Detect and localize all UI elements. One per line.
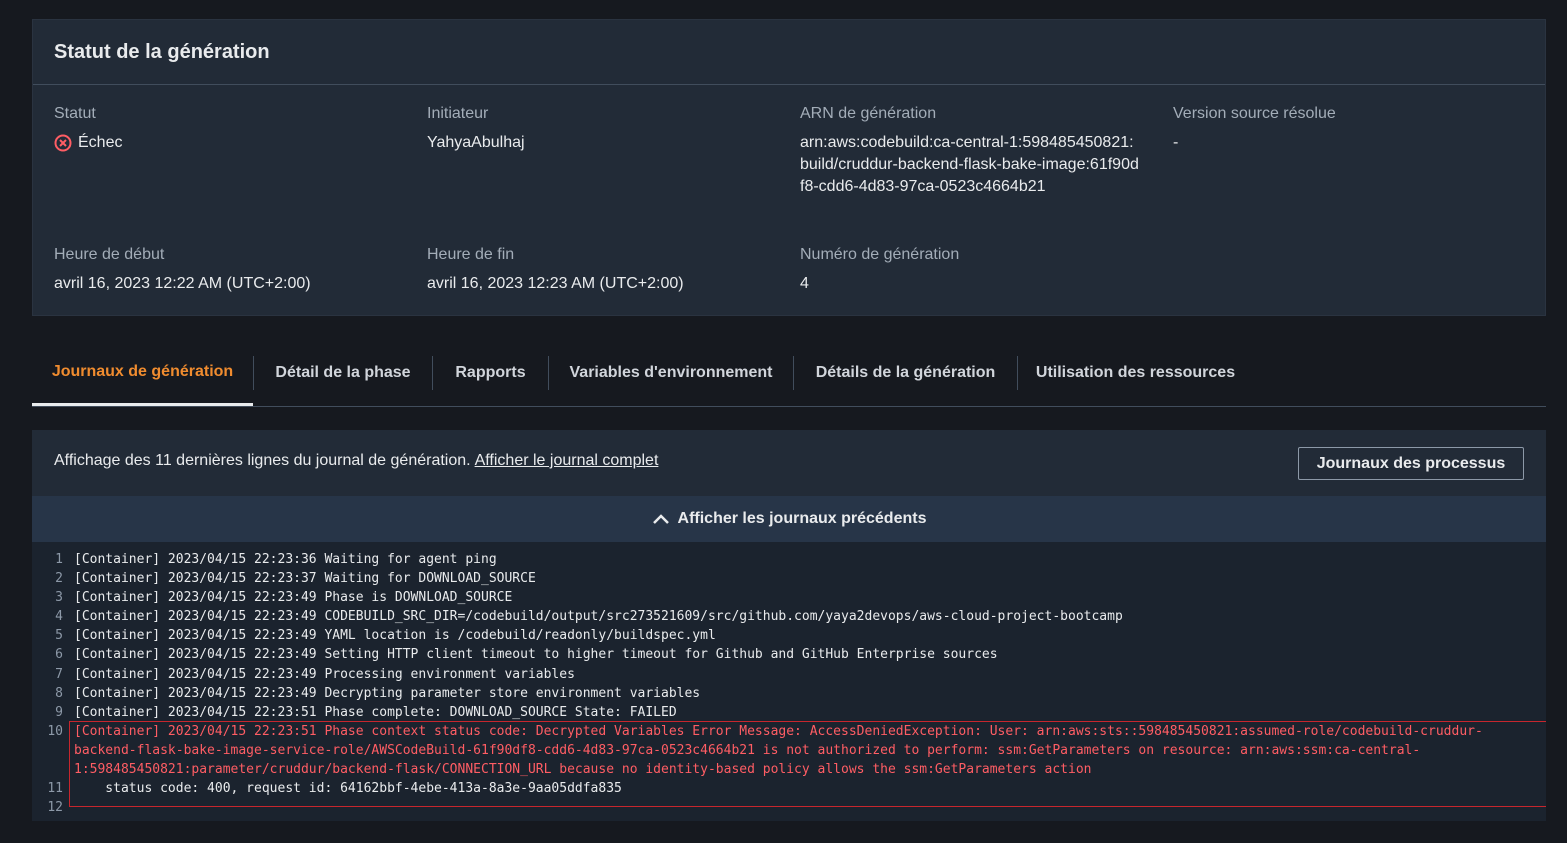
line-number: 2 <box>55 571 63 587</box>
line-number: 7 <box>55 666 63 682</box>
build-number-value: 4 <box>800 275 809 292</box>
build-arn-value: arn:aws:codebuild:ca-central-1:598485450… <box>800 134 1139 195</box>
log-line-text: [Container] 2023/04/15 22:23:51 Phase co… <box>74 704 677 720</box>
log-line: 4 [Container] 2023/04/15 22:23:49 CODEBUI… <box>32 607 1546 626</box>
log-output: 1 [Container] 2023/04/15 22:23:36 Waiting… <box>32 542 1546 821</box>
failed-x-circle-icon <box>54 134 72 152</box>
log-line-text: [Container] 2023/04/15 22:23:37 Waiting … <box>74 571 536 587</box>
tab-phase-details[interactable]: Détail de la phase <box>254 340 432 406</box>
log-line: 11 status code: 400, request id: 64162bb… <box>32 779 1546 798</box>
tab-resource-utilization[interactable]: Utilisation des ressources <box>1018 340 1253 406</box>
tab-reports[interactable]: Rapports <box>433 340 548 406</box>
log-line-text: [Container] 2023/04/15 22:23:49 CODEBUIL… <box>74 609 1123 625</box>
status-field: Statut Échec <box>54 104 394 154</box>
line-number: 11 <box>47 781 63 797</box>
initiator-value: YahyaAbulhaj <box>427 134 525 151</box>
log-line-text: [Container] 2023/04/15 22:23:51 Phase co… <box>74 723 1483 778</box>
status-label: Statut <box>54 105 96 122</box>
line-number: 3 <box>55 590 63 606</box>
status-value: Échec <box>54 132 394 154</box>
log-line: 8 [Container] 2023/04/15 22:23:49 Decrypt… <box>32 684 1546 703</box>
log-line: 5 [Container] 2023/04/15 22:23:49 YAML lo… <box>32 626 1546 645</box>
line-number: 1 <box>55 552 63 567</box>
tab-build-details[interactable]: Détails de la génération <box>794 340 1017 406</box>
panel-header: Statut de la génération <box>33 20 1545 85</box>
end-time-value: avril 16, 2023 12:23 AM (UTC+2:00) <box>427 275 684 292</box>
log-line: 2 [Container] 2023/04/15 22:23:37 Waiting… <box>32 569 1546 588</box>
log-line-text: [Container] 2023/04/15 22:23:49 Setting … <box>74 647 998 663</box>
build-logs-panel: Affichage des 11 dernières lignes du jou… <box>32 430 1546 821</box>
initiator-field: Initiateur YahyaAbulhaj <box>427 104 767 154</box>
chevron-up-icon <box>652 514 669 524</box>
log-line: 6 [Container] 2023/04/15 22:23:49 Setting… <box>32 645 1546 664</box>
start-time-label: Heure de début <box>54 246 165 263</box>
log-line-text: status code: 400, request id: 64162bbf-4… <box>74 781 622 797</box>
end-time-field: Heure de fin avril 16, 2023 12:23 AM (UT… <box>427 245 767 295</box>
status-text: Échec <box>78 134 123 151</box>
end-time-label: Heure de fin <box>427 246 515 263</box>
log-line-text: [Container] 2023/04/15 22:23:36 Waiting … <box>74 552 497 567</box>
tab-bar: Journaux de génération Détail de la phas… <box>32 340 1546 407</box>
line-number: 5 <box>55 628 63 644</box>
line-number: 6 <box>55 647 63 663</box>
log-line-text: [Container] 2023/04/15 22:23:49 Decrypti… <box>74 685 701 701</box>
initiator-label: Initiateur <box>427 105 489 122</box>
log-line: 1 [Container] 2023/04/15 22:23:36 Waiting… <box>32 550 1546 569</box>
show-previous-logs-label: Afficher les journaux précédents <box>677 510 927 527</box>
line-number: 12 <box>47 800 63 816</box>
panel-title: Statut de la génération <box>54 40 270 63</box>
build-number-label: Numéro de génération <box>800 246 960 263</box>
log-line: 7 [Container] 2023/04/15 22:23:49 Process… <box>32 665 1546 684</box>
start-time-field: Heure de début avril 16, 2023 12:22 AM (… <box>54 245 394 295</box>
logs-header: Affichage des 11 dernières lignes du jou… <box>32 430 1546 496</box>
build-number-field: Numéro de génération 4 <box>800 245 1140 295</box>
tab-environment-variables[interactable]: Variables d'environnement <box>549 340 793 406</box>
log-line: 12 <box>32 798 1546 817</box>
log-line-text: [Container] 2023/04/15 22:23:49 YAML loc… <box>74 628 716 644</box>
line-number: 4 <box>55 609 63 625</box>
log-line: 9 [Container] 2023/04/15 22:23:51 Phase c… <box>32 703 1546 722</box>
source-version-value: - <box>1173 134 1179 151</box>
line-number: 10 <box>47 723 63 739</box>
line-number: 8 <box>55 685 63 701</box>
tab-build-logs[interactable]: Journaux de génération <box>32 340 253 406</box>
line-number: 9 <box>55 704 63 720</box>
log-line-text: [Container] 2023/04/15 22:23:49 Processi… <box>74 666 575 682</box>
build-status-panel: Statut de la génération Statut Échec Ini… <box>32 19 1546 316</box>
start-time-value: avril 16, 2023 12:22 AM (UTC+2:00) <box>54 275 311 292</box>
logs-description: Affichage des 11 dernières lignes du jou… <box>54 452 658 470</box>
log-line: 3 [Container] 2023/04/15 22:23:49 Phase i… <box>32 588 1546 607</box>
show-previous-logs-button[interactable]: Afficher les journaux précédents <box>32 496 1546 542</box>
build-arn-label: ARN de génération <box>800 105 937 122</box>
logs-description-text: Affichage des 11 dernières lignes du jou… <box>54 452 471 469</box>
source-version-label: Version source résolue <box>1173 105 1336 122</box>
view-full-log-link[interactable]: Afficher le journal complet <box>475 452 659 469</box>
build-arn-field: ARN de génération arn:aws:codebuild:ca-c… <box>800 104 1140 198</box>
log-line-error: 10 [Container] 2023/04/15 22:23:51 Phase … <box>32 722 1546 779</box>
source-version-field: Version source résolue - <box>1173 104 1513 154</box>
process-logs-button[interactable]: Journaux des processus <box>1298 447 1524 480</box>
log-line-text: [Container] 2023/04/15 22:23:49 Phase is… <box>74 590 513 606</box>
